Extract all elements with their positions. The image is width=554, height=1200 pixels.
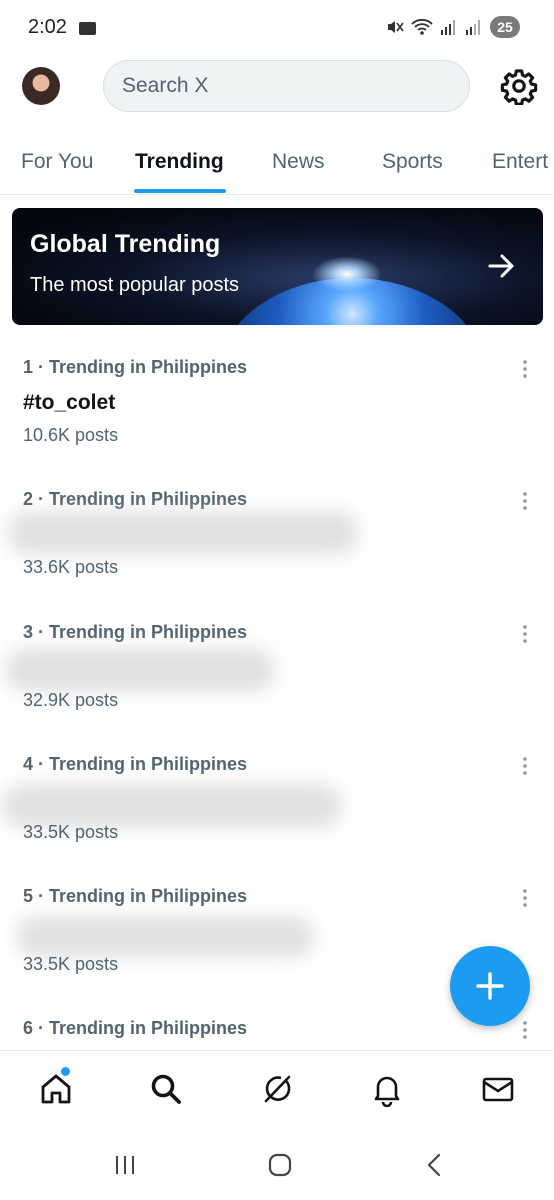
trend-meta: 5 · Trending in Philippines [23, 886, 248, 906]
trend-name: #to_colet [23, 391, 116, 414]
home-icon[interactable] [38, 1071, 74, 1107]
back-icon[interactable] [422, 1152, 448, 1178]
trend-item[interactable]: 4 · Trending in Philippines 33.5K posts [0, 754, 554, 886]
more-options-icon[interactable] [521, 756, 529, 776]
wifi-icon [411, 18, 433, 35]
avatar[interactable] [22, 67, 60, 105]
search-input[interactable]: Search X [103, 60, 470, 112]
status-bar: 2:02 25 [0, 0, 554, 56]
battery-indicator: 25 [490, 16, 520, 38]
search-icon[interactable] [148, 1071, 184, 1107]
trend-item[interactable]: 1 · Trending in Philippines #to_colet 10… [0, 357, 554, 489]
redacted-trend-name [5, 648, 275, 692]
trend-post-count: 33.5K posts [23, 822, 119, 842]
trend-post-count: 33.5K posts [23, 954, 119, 974]
trend-meta: 2 · Trending in Philippines [23, 489, 248, 509]
tab-news[interactable]: News [272, 150, 325, 174]
explore-tabs: For You Trending News Sports Entert [0, 128, 554, 195]
arrow-right-icon [488, 254, 514, 278]
trend-post-count: 33.6K posts [23, 557, 119, 577]
global-trending-banner[interactable]: Global Trending The most popular posts [12, 208, 543, 325]
banner-subtitle: The most popular posts [30, 274, 239, 296]
tab-sports[interactable]: Sports [382, 150, 443, 174]
trend-item[interactable]: 3 · Trending in Philippines 32.9K posts [0, 622, 554, 754]
more-options-icon[interactable] [521, 491, 529, 511]
bell-icon[interactable] [369, 1071, 405, 1107]
compose-post-button[interactable] [450, 946, 530, 1026]
search-placeholder: Search X [122, 74, 209, 97]
more-options-icon[interactable] [521, 359, 529, 379]
status-icons: 25 [386, 16, 520, 38]
mute-icon [388, 21, 404, 33]
status-time: 2:02 [28, 16, 67, 38]
notification-dot [61, 1067, 70, 1076]
banner-title: Global Trending [30, 230, 221, 258]
redacted-trend-name [16, 916, 314, 958]
mail-notification-icon [79, 22, 96, 35]
more-options-icon[interactable] [521, 888, 529, 908]
sun-flare [312, 256, 382, 292]
trend-post-count: 32.9K posts [23, 690, 119, 710]
trend-post-count: 10.6K posts [23, 425, 119, 445]
tab-for-you[interactable]: For You [21, 150, 93, 174]
home-button-icon[interactable] [267, 1152, 293, 1178]
tab-entertainment[interactable]: Entert [492, 150, 548, 174]
signal-icon [466, 20, 480, 35]
redacted-trend-name [8, 511, 358, 555]
trend-meta: 6 · Trending in Philippines [23, 1018, 248, 1038]
active-tab-indicator [134, 189, 226, 193]
grok-icon[interactable] [259, 1071, 295, 1107]
trend-item[interactable]: 2 · Trending in Philippines 33.6K posts [0, 489, 554, 621]
trend-meta: 3 · Trending in Philippines [23, 622, 248, 642]
trend-meta: 1 · Trending in Philippines [23, 357, 248, 377]
tab-trending[interactable]: Trending [135, 150, 224, 174]
recent-apps-icon[interactable] [112, 1152, 138, 1178]
gear-icon[interactable] [500, 67, 538, 105]
mail-icon[interactable] [480, 1071, 516, 1107]
system-navigation-bar [0, 1130, 554, 1200]
bottom-navigation [0, 1050, 554, 1130]
signal-icon [441, 20, 455, 35]
trend-meta: 4 · Trending in Philippines [23, 754, 248, 774]
more-options-icon[interactable] [521, 624, 529, 644]
plus-icon [476, 972, 504, 1000]
